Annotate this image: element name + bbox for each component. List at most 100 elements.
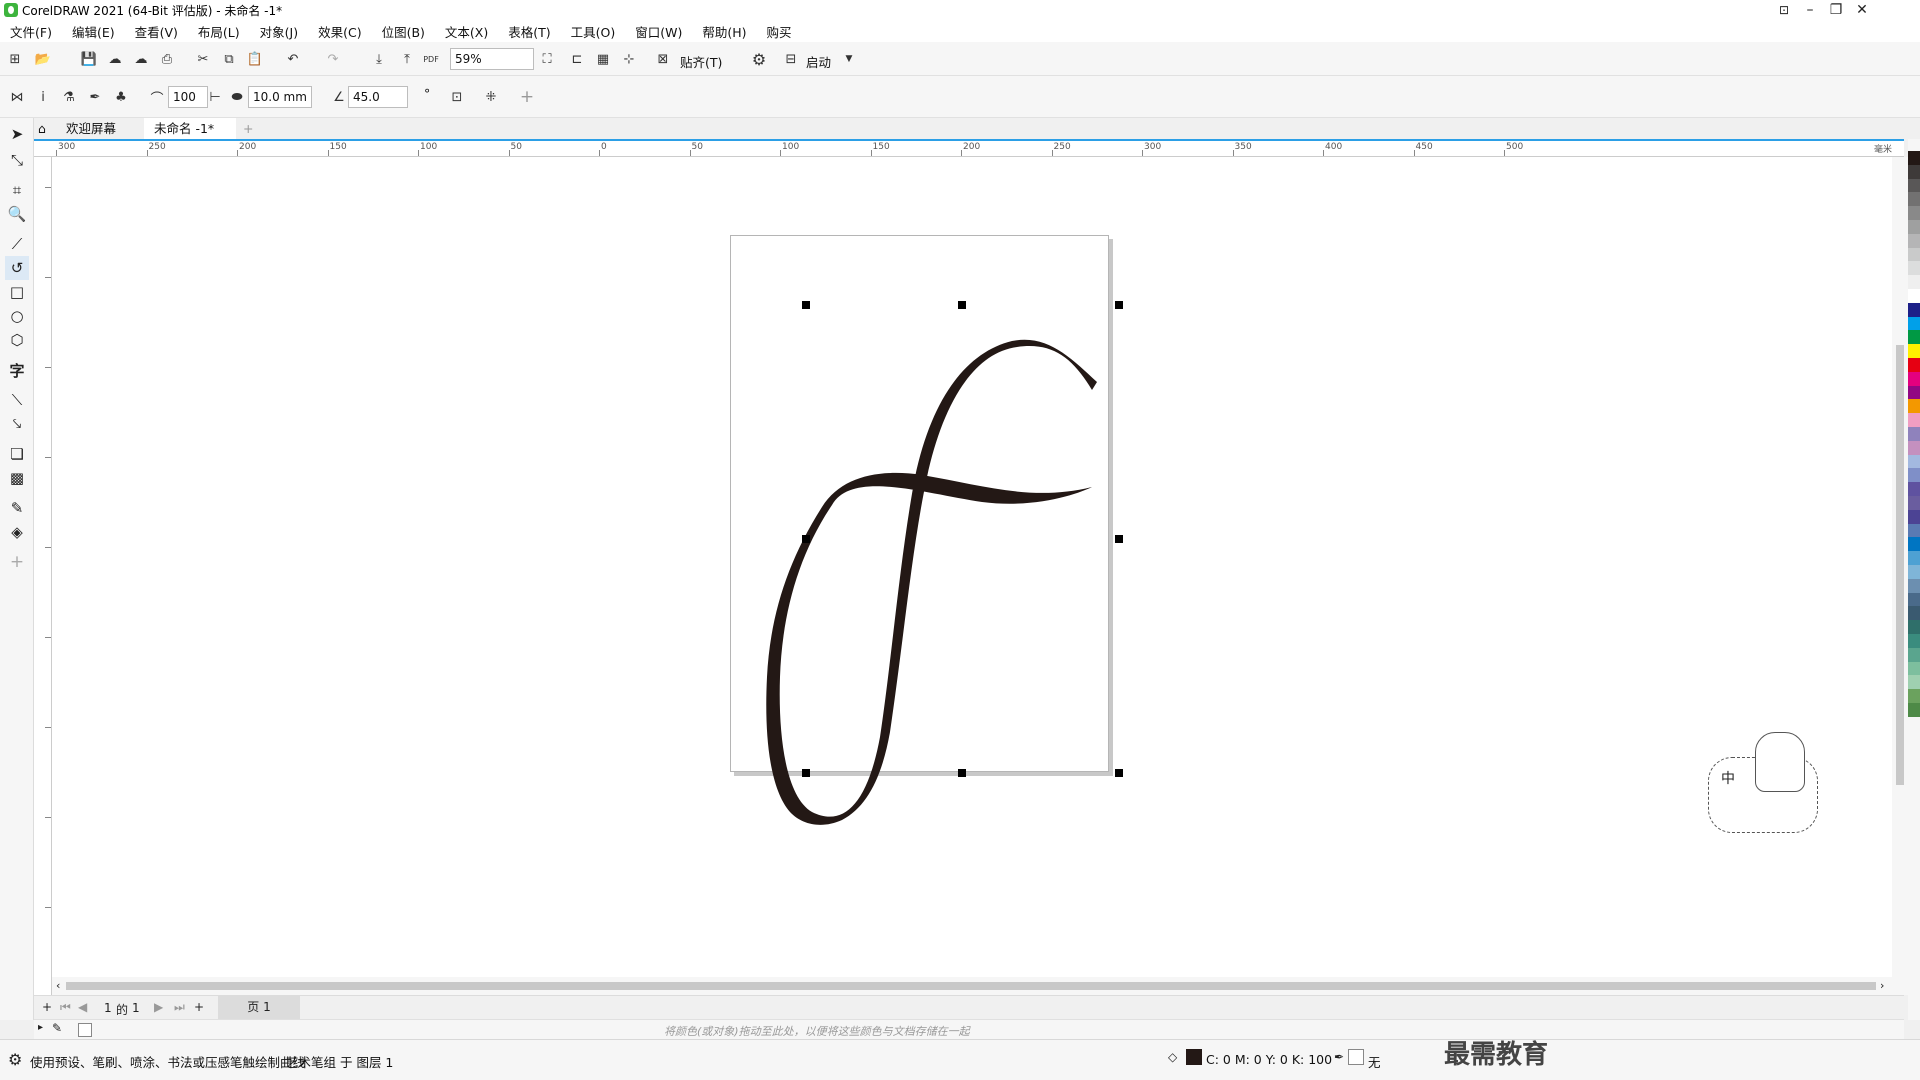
ime-mascot[interactable]: 中 bbox=[1708, 732, 1818, 833]
palette-swatch[interactable] bbox=[1908, 468, 1920, 483]
palette-swatch[interactable] bbox=[1908, 523, 1920, 538]
brush-mode-icon[interactable]: ⅰ bbox=[32, 86, 54, 108]
palette-swatch[interactable] bbox=[1908, 302, 1920, 317]
launch-button[interactable]: 启动 bbox=[806, 52, 831, 71]
artistic-media-tool-icon[interactable]: ↺ bbox=[5, 256, 29, 280]
interactive-fill-tool-icon[interactable]: ◈ bbox=[5, 520, 29, 544]
palette-swatch[interactable] bbox=[1908, 261, 1920, 276]
full-screen-icon[interactable]: ⛶ bbox=[536, 48, 558, 70]
palette-swatch[interactable] bbox=[1908, 178, 1920, 193]
first-page-icon[interactable]: ⏮ bbox=[60, 1000, 71, 1015]
palette-swatch[interactable] bbox=[1908, 427, 1920, 441]
palette-swatch[interactable] bbox=[1908, 330, 1920, 345]
palette-swatch[interactable] bbox=[1908, 399, 1920, 414]
selection-handle[interactable] bbox=[1115, 535, 1123, 543]
no-color-swatch[interactable] bbox=[78, 1023, 92, 1037]
palette-swatch[interactable] bbox=[1908, 592, 1920, 607]
cloud-download-icon[interactable]: ☁ bbox=[104, 48, 126, 70]
palette-swatch[interactable] bbox=[1908, 509, 1920, 524]
horizontal-ruler[interactable]: 300 250 200 150 100 50 0 50 100 150 200 250 300 350 40… bbox=[34, 139, 1904, 157]
rectangle-tool-icon[interactable]: □ bbox=[5, 280, 29, 304]
page-tab[interactable]: 页 1 bbox=[218, 996, 300, 1019]
selection-handle[interactable] bbox=[802, 301, 810, 309]
open-icon[interactable]: 📂 bbox=[32, 48, 54, 70]
menu-item-12[interactable]: 购买 bbox=[767, 22, 792, 41]
restore-icon[interactable]: ❐ bbox=[1822, 0, 1850, 20]
vertical-ruler[interactable] bbox=[34, 157, 52, 995]
export-icon[interactable]: ⤒ bbox=[396, 48, 418, 70]
cut-icon[interactable]: ✂ bbox=[192, 48, 214, 70]
pdf-icon[interactable]: PDF bbox=[420, 48, 442, 70]
artistic-stroke-path[interactable] bbox=[766, 339, 1097, 825]
palette-swatch[interactable] bbox=[1908, 275, 1920, 289]
selection-handle[interactable] bbox=[958, 769, 966, 777]
preset-mode-icon[interactable]: ⋈ bbox=[6, 86, 28, 108]
menu-item-2[interactable]: 查看(V) bbox=[135, 22, 178, 41]
palette-swatch[interactable] bbox=[1908, 634, 1920, 648]
pressure-mode-icon[interactable]: ♣ bbox=[110, 86, 132, 108]
palette-swatch[interactable] bbox=[1908, 385, 1920, 400]
pick-tool-icon[interactable]: ➤ bbox=[5, 122, 29, 146]
palette-swatch[interactable] bbox=[1908, 647, 1920, 662]
scroll-right-icon[interactable]: › bbox=[1880, 979, 1884, 992]
horizontal-scroll-thumb[interactable] bbox=[66, 982, 1876, 990]
guidelines-icon[interactable]: ⊹ bbox=[618, 48, 640, 70]
ellipse-tool-icon[interactable]: ○ bbox=[5, 304, 29, 328]
selection-handle[interactable] bbox=[802, 535, 810, 543]
tab-document[interactable]: 未命名 -1* bbox=[144, 118, 236, 139]
transparency-tool-icon[interactable]: ▩ bbox=[5, 466, 29, 490]
palette-swatch[interactable] bbox=[1908, 440, 1920, 455]
palette-swatch[interactable] bbox=[1908, 454, 1920, 469]
new-document-icon[interactable]: ⊞ bbox=[4, 48, 26, 70]
stroke-width-input[interactable]: 10.0 mm bbox=[248, 86, 312, 108]
sprayer-mode-icon[interactable]: ⚗ bbox=[58, 86, 80, 108]
selection-handle[interactable] bbox=[1115, 769, 1123, 777]
palette-swatch[interactable] bbox=[1908, 358, 1920, 372]
status-gear-icon[interactable]: ⚙ bbox=[8, 1050, 22, 1069]
palette-swatch[interactable] bbox=[1908, 661, 1920, 676]
add-control-icon[interactable]: + bbox=[516, 86, 538, 108]
tab-welcome-screen[interactable]: 欢迎屏幕 bbox=[56, 118, 144, 139]
smoothing-slider-icon[interactable]: ⊢ bbox=[204, 86, 226, 108]
menu-item-9[interactable]: 工具(O) bbox=[571, 22, 616, 41]
polygon-tool-icon[interactable]: ⬡ bbox=[5, 328, 29, 352]
color-palette[interactable] bbox=[1908, 139, 1920, 1020]
palette-swatch[interactable] bbox=[1908, 578, 1920, 593]
selection-handle[interactable] bbox=[802, 769, 810, 777]
rulers-icon[interactable]: ⊏ bbox=[566, 48, 588, 70]
outline-color-swatch[interactable] bbox=[1348, 1049, 1364, 1065]
menu-item-1[interactable]: 编辑(E) bbox=[72, 22, 115, 41]
snap-to-button[interactable]: 贴齐(T) bbox=[680, 52, 722, 71]
eyedropper-tool-icon[interactable]: ✎ bbox=[5, 496, 29, 520]
text-tool-icon[interactable]: 字 bbox=[5, 358, 29, 382]
selection-handle[interactable] bbox=[958, 301, 966, 309]
launch-dropdown-icon[interactable]: ▼ bbox=[838, 48, 860, 70]
account-icon[interactable]: ⊡ bbox=[1770, 0, 1798, 20]
options-gear-icon[interactable]: ⚙ bbox=[748, 48, 770, 70]
home-icon[interactable]: ⌂ bbox=[34, 118, 54, 139]
angle-input[interactable]: 45.0 bbox=[348, 86, 408, 108]
quick-customize-icon[interactable]: + bbox=[5, 550, 29, 574]
menu-item-10[interactable]: 窗口(W) bbox=[635, 22, 682, 41]
eyedropper-icon[interactable]: ✎ bbox=[52, 1021, 62, 1035]
boundary-icon[interactable]: ⁜ bbox=[480, 86, 502, 108]
artistic-stroke[interactable] bbox=[52, 157, 1892, 977]
grid-icon[interactable]: ▦ bbox=[592, 48, 614, 70]
palette-swatch[interactable] bbox=[1908, 606, 1920, 621]
fill-color-swatch[interactable] bbox=[1186, 1049, 1202, 1065]
calligraphic-mode-icon[interactable]: ✒ bbox=[84, 86, 106, 108]
zoom-tool-icon[interactable]: 🔍 bbox=[5, 202, 29, 226]
drawing-canvas[interactable]: 中 bbox=[52, 157, 1892, 977]
undo-icon[interactable]: ↶ bbox=[282, 48, 304, 70]
palette-swatch[interactable] bbox=[1908, 164, 1920, 179]
shape-tool-icon[interactable]: ⤡ bbox=[5, 148, 29, 172]
palette-swatch[interactable] bbox=[1908, 551, 1920, 565]
next-page-icon[interactable]: ▶ bbox=[154, 1000, 163, 1014]
selection-handle[interactable] bbox=[1115, 301, 1123, 309]
minimize-icon[interactable]: – bbox=[1796, 0, 1824, 20]
vertical-scroll-thumb[interactable] bbox=[1896, 345, 1904, 785]
paste-icon[interactable]: 📋 bbox=[244, 48, 266, 70]
expand-icon[interactable]: ▸ bbox=[38, 1022, 43, 1033]
palette-swatch[interactable] bbox=[1908, 703, 1920, 717]
copy-icon[interactable]: ⧉ bbox=[218, 48, 240, 70]
